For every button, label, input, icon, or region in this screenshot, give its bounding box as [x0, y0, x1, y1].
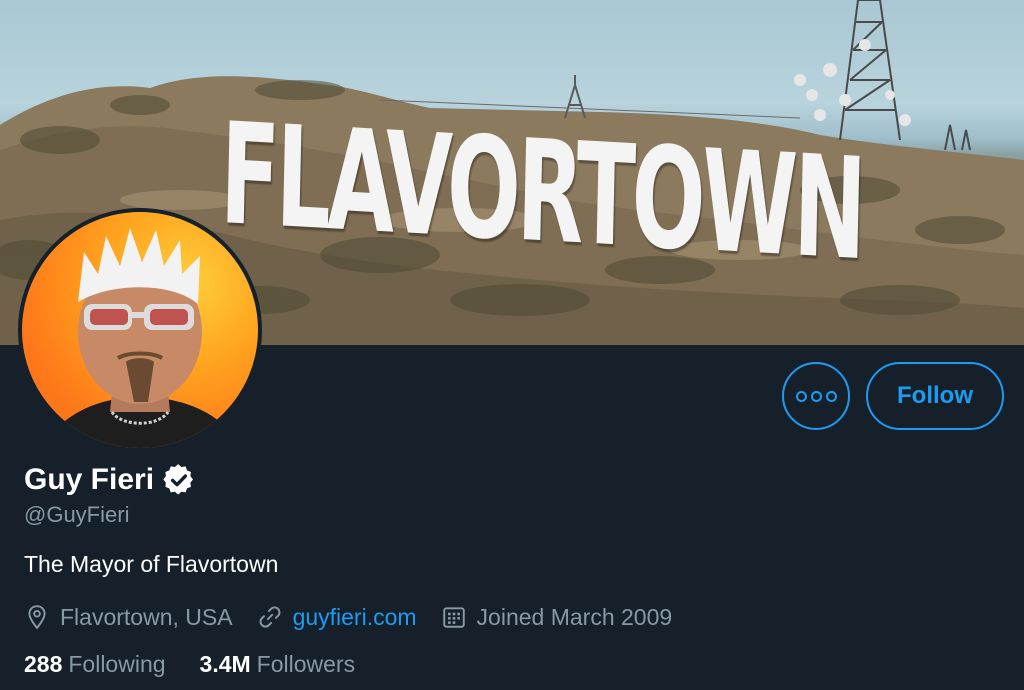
profile-name: Guy Fieri: [24, 463, 155, 496]
verified-badge-icon: [163, 464, 194, 495]
more-options-button[interactable]: [782, 362, 850, 430]
follow-button[interactable]: Follow: [866, 362, 1004, 430]
link-icon: [259, 606, 281, 628]
profile-stats: 288 Following 3.4M Followers: [24, 651, 389, 678]
followers-count: 3.4M: [199, 651, 251, 677]
joined-item: Joined March 2009: [441, 603, 673, 631]
followers-link[interactable]: 3.4M Followers: [200, 651, 356, 678]
following-label: Following: [68, 651, 166, 677]
website-link[interactable]: guyfieri.com: [293, 604, 417, 631]
website-item[interactable]: guyfieri.com: [257, 604, 417, 631]
avatar-photo: [22, 212, 258, 448]
location-text: Flavortown, USA: [60, 603, 233, 630]
calendar-icon: [442, 607, 465, 628]
location-pin-icon: [28, 605, 46, 630]
avatar[interactable]: [18, 208, 262, 452]
profile-meta: Flavortown, USA guyfieri.com Joined Marc…: [24, 600, 696, 634]
profile-handle: @GuyFieri: [24, 502, 130, 527]
following-link[interactable]: 288 Following: [24, 651, 166, 678]
more-icon: [795, 390, 837, 402]
location-item: Flavortown, USA: [24, 604, 233, 631]
profile-name-row: Guy Fieri: [24, 460, 196, 500]
followers-label: Followers: [256, 651, 356, 677]
following-count: 288: [24, 651, 63, 677]
joined-text: Joined March 2009: [476, 603, 673, 630]
profile-bio: The Mayor of Flavortown: [24, 551, 279, 577]
banner-sign-text: FLAVORTOWN: [218, 93, 865, 293]
